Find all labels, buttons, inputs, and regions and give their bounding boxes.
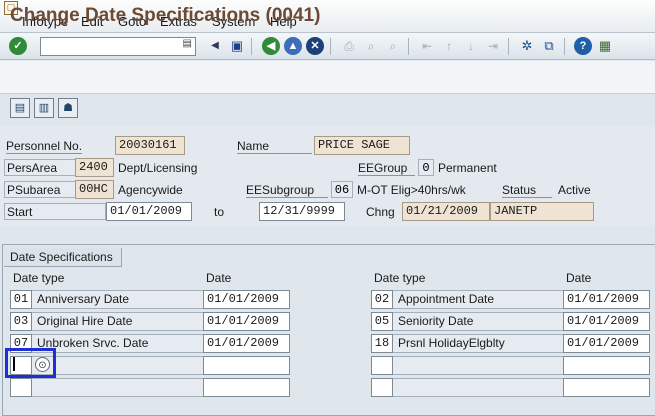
date-type-row-right-4 <box>392 378 576 397</box>
date-field-right-4[interactable] <box>563 378 650 397</box>
date-type-text-right-0: Appointment Date <box>398 292 495 306</box>
persarea-field: 2400 <box>75 158 114 177</box>
back-icon[interactable]: ◀ <box>262 37 280 55</box>
document-icon[interactable]: ▥ <box>34 98 54 118</box>
cancel-icon[interactable]: ✕ <box>306 37 324 55</box>
shortcut-icon[interactable]: ⧉ <box>540 37 558 55</box>
command-history-icon[interactable]: ▤ <box>183 38 192 49</box>
exit-icon[interactable]: ▲ <box>284 37 302 55</box>
end-date-field[interactable]: 12/31/9999 <box>259 202 345 221</box>
col-date-type-left: Date type <box>13 271 65 285</box>
text-cursor <box>13 357 15 371</box>
name-label: Name <box>237 139 312 154</box>
toolbar-separator <box>508 38 509 55</box>
person-icon[interactable]: ☗ <box>58 98 78 118</box>
date-type-code-right-0[interactable]: 02 <box>371 290 393 309</box>
enter-icon[interactable]: ✓ <box>9 37 27 55</box>
date-type-text-left-0: Anniversary Date <box>37 292 130 306</box>
next-page-icon[interactable]: ↓ <box>462 37 480 55</box>
col-date-left: Date <box>206 271 232 285</box>
name-field: PRICE SAGE <box>314 136 410 155</box>
print-icon[interactable]: ⎙ <box>340 37 358 55</box>
changed-on-field: 01/21/2009 <box>402 202 490 221</box>
date-type-code-left-0[interactable]: 01 <box>10 290 32 309</box>
psubarea-text: Agencywide <box>118 183 183 197</box>
customize-layout-icon[interactable]: ▦ <box>596 37 614 55</box>
command-expand-icon[interactable]: ◀ <box>206 37 224 55</box>
first-page-icon[interactable]: ⇤ <box>418 37 436 55</box>
persarea-label: PersArea <box>4 159 76 176</box>
date-field-right-2[interactable]: 01/01/2009 <box>563 334 650 353</box>
psubarea-label: PSubarea <box>4 181 76 198</box>
last-page-icon[interactable]: ⇥ <box>484 37 502 55</box>
to-label: to <box>214 205 225 219</box>
overview-icon[interactable]: ▤ <box>10 98 30 118</box>
status-label: Status <box>502 183 552 198</box>
date-field-left-1[interactable]: 01/01/2009 <box>203 312 290 331</box>
date-field-left-2[interactable]: 01/01/2009 <box>203 334 290 353</box>
persarea-text: Dept/Licensing <box>118 161 198 175</box>
toolbar-separator <box>251 38 252 55</box>
group-title: Date Specifications <box>4 248 122 267</box>
date-type-code-right-3[interactable] <box>371 356 393 375</box>
eesubgroup-field: 06 <box>331 181 353 198</box>
value-help-icon[interactable]: ⊙ <box>35 357 50 372</box>
save-icon[interactable]: ▣ <box>228 37 246 55</box>
date-type-row-right-3 <box>392 356 576 375</box>
eesubgroup-text: M-OT Elig>40hrs/wk <box>357 183 466 197</box>
date-field-left-4[interactable] <box>203 378 290 397</box>
date-type-row-left-3 <box>31 356 216 375</box>
date-type-text-left-1: Original Hire Date <box>37 314 133 328</box>
page-title: Change Date Specifications (0041) <box>10 5 321 26</box>
date-type-code-right-1[interactable]: 05 <box>371 312 393 331</box>
date-type-code-left-4[interactable] <box>10 378 32 397</box>
eegroup-text: Permanent <box>438 161 497 175</box>
start-date-field[interactable]: 01/01/2009 <box>106 202 192 221</box>
toolbar-separator <box>408 38 409 55</box>
start-label: Start <box>4 203 106 220</box>
date-type-code-right-2[interactable]: 18 <box>371 334 393 353</box>
date-type-text-right-2: Prsnl HolidayElgblty <box>398 336 505 350</box>
help-icon[interactable]: ? <box>574 37 592 55</box>
status-value: Active <box>558 183 591 197</box>
date-field-right-0[interactable]: 01/01/2009 <box>563 290 650 309</box>
personnel-no-label: Personnel No. <box>6 139 83 154</box>
col-date-right: Date <box>566 271 592 285</box>
eesubgroup-label: EESubgroup <box>246 183 328 198</box>
date-type-code-right-4[interactable] <box>371 378 393 397</box>
toolbar-separator <box>330 38 331 55</box>
command-field[interactable]: ▤ <box>40 37 196 56</box>
date-type-row-left-4 <box>31 378 216 397</box>
date-type-text-right-1: Seniority Date <box>398 314 474 328</box>
prev-page-icon[interactable]: ↑ <box>440 37 458 55</box>
title-bar <box>0 61 655 94</box>
date-field-right-1[interactable]: 01/01/2009 <box>563 312 650 331</box>
eegroup-field: 0 <box>418 159 434 176</box>
new-session-icon[interactable]: ✲ <box>518 37 536 55</box>
date-field-left-3[interactable] <box>203 356 290 375</box>
col-date-type-right: Date type <box>374 271 426 285</box>
psubarea-field: 00HC <box>75 180 114 199</box>
personnel-no-field: 20030161 <box>115 136 185 155</box>
find-next-icon[interactable]: ⌕ <box>384 37 402 55</box>
eegroup-label: EEGroup <box>358 161 415 176</box>
date-field-left-0[interactable]: 01/01/2009 <box>203 290 290 309</box>
toolbar-separator <box>564 38 565 55</box>
chng-label: Chng <box>366 205 395 219</box>
date-field-right-3[interactable] <box>563 356 650 375</box>
find-icon[interactable]: ⌕ <box>362 37 380 55</box>
changed-by-field: JANETP <box>490 202 594 221</box>
date-type-code-left-1[interactable]: 03 <box>10 312 32 331</box>
